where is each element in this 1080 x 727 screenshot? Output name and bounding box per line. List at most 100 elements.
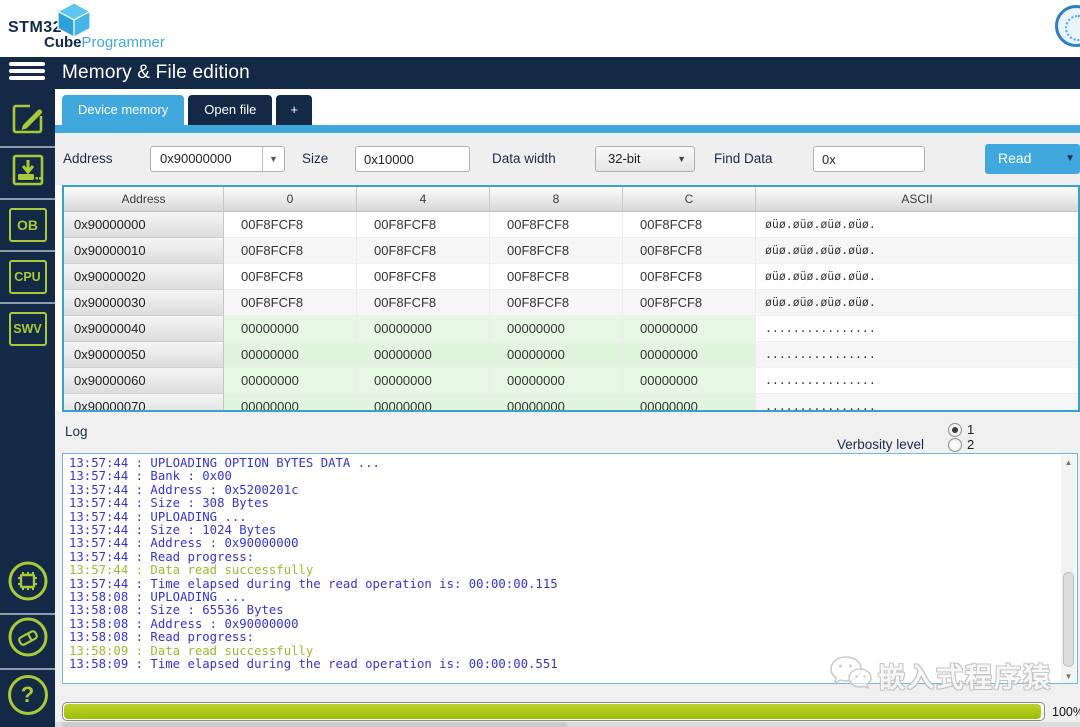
- page-title: Memory & File edition: [62, 57, 250, 89]
- table-row: 0x90000000 00F8FCF8 00F8FCF8 00F8FCF8 00…: [64, 212, 1078, 238]
- memory-value-cell[interactable]: 00000000: [490, 368, 623, 394]
- memory-value-cell[interactable]: 00F8FCF8: [357, 264, 490, 290]
- memory-value-cell[interactable]: 00F8FCF8: [357, 212, 490, 238]
- scrollbar-thumb[interactable]: [1063, 572, 1074, 667]
- log-panel: Log Verbosity level 123 13:57:44 : UPLOA…: [55, 412, 1080, 727]
- memory-value-cell[interactable]: 00F8FCF8: [623, 264, 756, 290]
- memory-value-cell[interactable]: 00F8FCF8: [357, 238, 490, 264]
- memory-value-cell[interactable]: 00000000: [357, 316, 490, 342]
- find-data-input[interactable]: [813, 146, 925, 172]
- log-line: 13:58:08 : Size : 65536 Bytes: [69, 604, 1071, 617]
- column-header-8[interactable]: 8: [490, 187, 623, 212]
- log-line: 13:58:08 : Read progress:: [69, 631, 1071, 644]
- column-header-c[interactable]: C: [623, 187, 756, 212]
- log-line: 13:57:44 : Size : 1024 Bytes: [69, 524, 1071, 537]
- memory-value-cell[interactable]: 00F8FCF8: [490, 290, 623, 316]
- memory-address-cell: 0x90000070: [64, 394, 224, 412]
- progress-row: 100%: [62, 702, 1080, 722]
- memory-value-cell[interactable]: 00F8FCF8: [623, 290, 756, 316]
- memory-value-cell[interactable]: 00F8FCF8: [224, 212, 357, 238]
- memory-value-cell[interactable]: 00000000: [224, 394, 357, 412]
- memory-ascii-cell: ................: [756, 342, 1078, 368]
- sidebar-divider: [0, 146, 55, 148]
- hamburger-menu-icon[interactable]: [9, 62, 45, 84]
- tab-device-memory[interactable]: Device memory: [62, 95, 184, 125]
- table-row: 0x90000050 00000000 00000000 00000000 00…: [64, 342, 1078, 368]
- column-header-0[interactable]: 0: [224, 187, 357, 212]
- memory-address-cell: 0x90000000: [64, 212, 224, 238]
- scroll-up-icon[interactable]: ▲: [1061, 455, 1076, 470]
- sidebar-divider: [0, 198, 55, 200]
- chevron-down-icon[interactable]: ▼: [262, 147, 284, 171]
- memory-value-cell[interactable]: 00000000: [224, 342, 357, 368]
- tab-add-button[interactable]: +: [276, 95, 312, 125]
- column-header-address[interactable]: Address: [64, 187, 224, 212]
- table-row: 0x90000060 00000000 00000000 00000000 00…: [64, 368, 1078, 394]
- data-width-label: Data width: [492, 151, 556, 166]
- tab-open-file[interactable]: Open file: [188, 95, 272, 125]
- tab-bar: Device memory Open file +: [62, 95, 312, 125]
- column-header-ascii[interactable]: ASCII: [756, 187, 1078, 212]
- log-line: 13:57:44 : UPLOADING ...: [69, 511, 1071, 524]
- memory-value-cell[interactable]: 00000000: [623, 394, 756, 412]
- scroll-down-icon[interactable]: ▼: [1061, 669, 1076, 684]
- chevron-down-icon[interactable]: ▼: [1065, 144, 1075, 173]
- bottom-strip: [55, 722, 1080, 727]
- memory-value-cell[interactable]: 00000000: [490, 394, 623, 412]
- memory-value-cell[interactable]: 00F8FCF8: [224, 264, 357, 290]
- memory-value-cell[interactable]: 00F8FCF8: [224, 238, 357, 264]
- main-panel: Device memory Open file + Address 0x9000…: [55, 89, 1080, 727]
- memory-value-cell[interactable]: 00000000: [357, 342, 490, 368]
- memory-ascii-cell: øüø.øüø.øüø.øüø.: [756, 238, 1078, 264]
- memory-value-cell[interactable]: 00000000: [357, 368, 490, 394]
- sidebar-item-erasing-programming[interactable]: [7, 152, 48, 193]
- stm32-cube-programmer-window: STM32 CubeProgrammer Memory & File editi…: [0, 0, 1080, 727]
- address-label: Address: [63, 151, 113, 166]
- log-line: 13:58:09 : Time elapsed during the read …: [69, 658, 1071, 671]
- memory-value-cell[interactable]: 00F8FCF8: [224, 290, 357, 316]
- progress-percent: 100%: [1052, 705, 1080, 719]
- sidebar-divider: [0, 250, 55, 252]
- read-button[interactable]: Read ▼: [985, 144, 1080, 174]
- verbosity-radio-1[interactable]: 1: [948, 422, 974, 437]
- sidebar-item-eraser[interactable]: [7, 619, 48, 660]
- data-width-select[interactable]: 32-bit ▼: [595, 146, 695, 172]
- memory-ascii-cell: øüø.øüø.øüø.øüø.: [756, 290, 1078, 316]
- memory-ascii-cell: ................: [756, 368, 1078, 394]
- memory-ascii-cell: øüø.øüø.øüø.øüø.: [756, 212, 1078, 238]
- verbosity-radio-2[interactable]: 2: [948, 437, 974, 452]
- memory-value-cell[interactable]: 00000000: [623, 316, 756, 342]
- log-content: 13:57:44 : UPLOADING OPTION BYTES DATA .…: [69, 457, 1071, 672]
- memory-ascii-cell: ................: [756, 316, 1078, 342]
- memory-value-cell[interactable]: 00000000: [623, 342, 756, 368]
- sidebar-item-help[interactable]: ?: [7, 674, 48, 715]
- memory-table-body: 0x90000000 00F8FCF8 00F8FCF8 00F8FCF8 00…: [64, 212, 1078, 412]
- memory-toolbar: Address 0x90000000 ▼ Size Data width 32-…: [55, 133, 1080, 185]
- eraser-icon: [7, 616, 49, 663]
- memory-value-cell[interactable]: 00F8FCF8: [490, 238, 623, 264]
- sidebar-item-option-bytes[interactable]: OB: [7, 204, 48, 245]
- memory-value-cell[interactable]: 00F8FCF8: [357, 290, 490, 316]
- memory-value-cell[interactable]: 00000000: [623, 368, 756, 394]
- memory-value-cell[interactable]: 00F8FCF8: [623, 212, 756, 238]
- memory-value-cell[interactable]: 00F8FCF8: [490, 212, 623, 238]
- memory-value-cell[interactable]: 00000000: [224, 368, 357, 394]
- memory-value-cell[interactable]: 00000000: [490, 342, 623, 368]
- sidebar-divider: [0, 613, 55, 615]
- log-scrollbar[interactable]: ▲ ▼: [1061, 455, 1076, 684]
- sidebar: OB CPU SWV: [0, 89, 55, 727]
- memory-value-cell[interactable]: 00F8FCF8: [623, 238, 756, 264]
- sidebar-item-memory-file-edition[interactable]: [7, 100, 48, 141]
- memory-value-cell[interactable]: 00000000: [357, 394, 490, 412]
- progress-bar: [62, 702, 1045, 721]
- sidebar-item-cpu[interactable]: CPU: [7, 256, 48, 297]
- size-input[interactable]: [355, 146, 470, 172]
- log-output: 13:57:44 : UPLOADING OPTION BYTES DATA .…: [62, 453, 1078, 684]
- sidebar-item-swv[interactable]: SWV: [7, 308, 48, 349]
- memory-value-cell[interactable]: 00000000: [224, 316, 357, 342]
- memory-value-cell[interactable]: 00F8FCF8: [490, 264, 623, 290]
- address-combobox[interactable]: 0x90000000 ▼: [150, 146, 285, 172]
- sidebar-item-external-loaders[interactable]: [7, 563, 48, 604]
- memory-value-cell[interactable]: 00000000: [490, 316, 623, 342]
- column-header-4[interactable]: 4: [357, 187, 490, 212]
